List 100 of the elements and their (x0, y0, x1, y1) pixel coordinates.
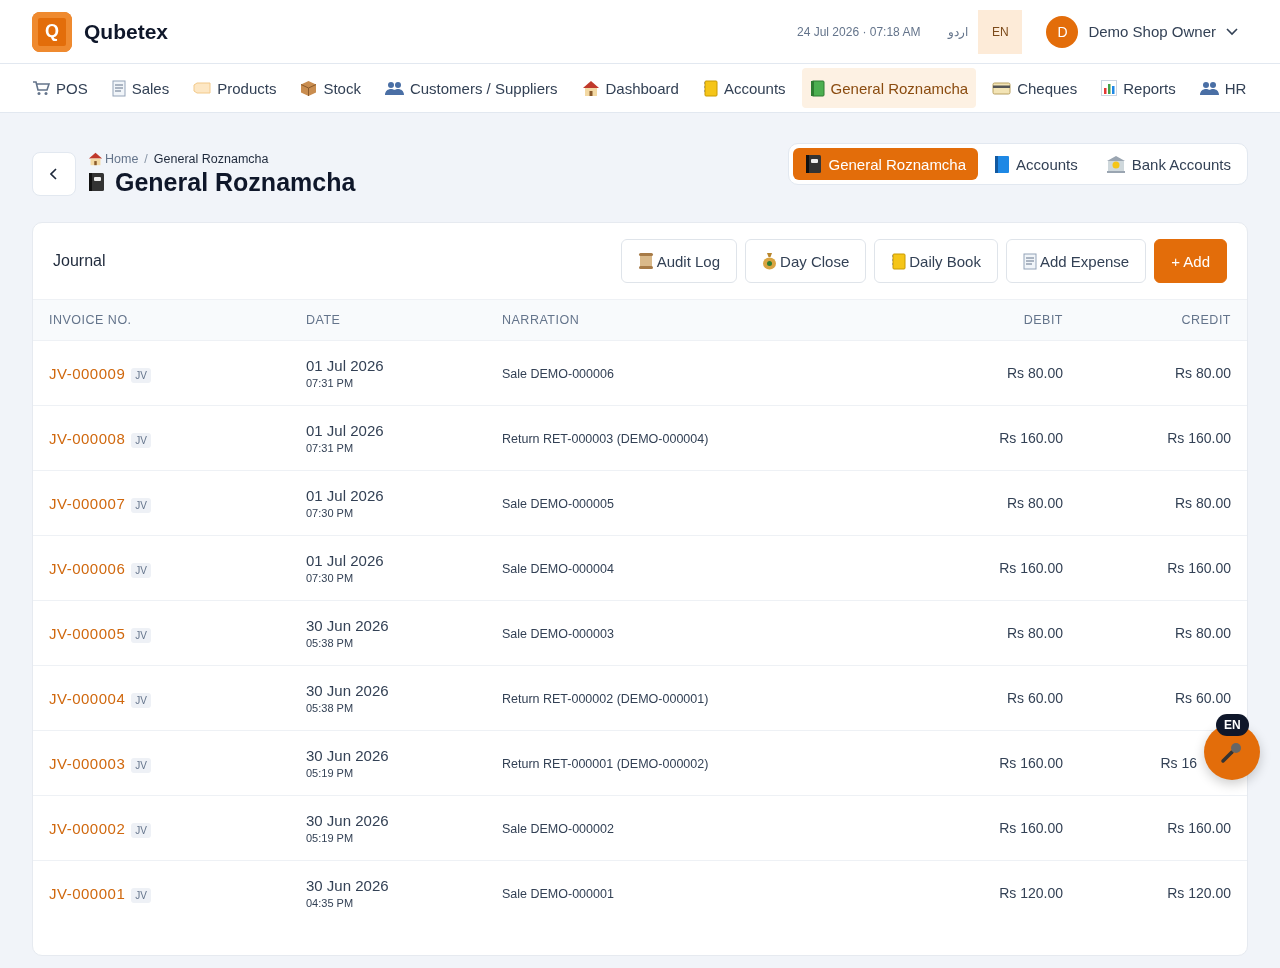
nav-tab[interactable]: Dashboard (573, 68, 687, 108)
invoice-link[interactable]: JV-000009 (49, 364, 126, 382)
time-text: 07:30 PM (306, 572, 355, 584)
time-text: 05:19 PM (306, 767, 355, 779)
invoice-link[interactable]: JV-000006 (49, 559, 126, 577)
invoice-link[interactable]: JV-000003 (49, 754, 126, 772)
card-icon (992, 81, 1012, 95)
page-title: General Roznamcha (115, 167, 356, 197)
date-text: 30 Jun 2026 (306, 812, 390, 829)
type-tag: JV (131, 367, 151, 383)
notebook-icon (891, 252, 907, 270)
date-text: 01 Jul 2026 (306, 357, 385, 374)
narration-text: Sale DEMO-000003 (502, 627, 614, 641)
debit-amount: Rs 160.00 (999, 755, 1063, 771)
nav-tab[interactable]: Products (185, 68, 285, 108)
narration-text: Sale DEMO-000001 (502, 887, 614, 901)
type-tag: JV (131, 627, 151, 643)
narration-text: Sale DEMO-000002 (502, 822, 614, 836)
book-icon (809, 79, 825, 97)
column-header: DATE (290, 300, 486, 341)
type-tag: JV (131, 692, 151, 708)
money-bag-icon (762, 252, 778, 270)
credit-amount: Rs 80.00 (1174, 625, 1231, 641)
time-text: 07:31 PM (306, 442, 355, 454)
receipt-icon (1022, 252, 1037, 270)
credit-amount: Rs 120.00 (1167, 885, 1231, 901)
language-button[interactable]: EN (978, 9, 1023, 54)
column-header: INVOICE NO. (33, 300, 290, 341)
action-button[interactable]: Daily Book (874, 239, 998, 283)
nav-tab[interactable]: Cheques (984, 68, 1086, 108)
date-text: 30 Jun 2026 (306, 617, 390, 634)
chevron-down-icon (1226, 27, 1238, 36)
nav-tab[interactable]: General Roznamcha (801, 68, 977, 108)
credit-amount: Rs 160.00 (1167, 820, 1231, 836)
action-button[interactable]: Day Close (745, 239, 867, 283)
column-header: DEBIT (899, 300, 1079, 341)
invoice-link[interactable]: JV-000005 (49, 624, 126, 642)
receipt-icon (111, 79, 126, 97)
breadcrumb-link[interactable]: Home (88, 151, 139, 166)
credit-amount: Rs 60.00 (1174, 690, 1231, 706)
invoice-link[interactable]: JV-000001 (49, 884, 126, 902)
action-button[interactable]: Audit Log (620, 239, 738, 283)
debit-amount: Rs 160.00 (999, 430, 1063, 446)
time-text: 07:30 PM (306, 507, 355, 519)
view-tab[interactable]: Bank Accounts (1093, 148, 1243, 180)
view-tab[interactable]: Accounts (982, 148, 1090, 180)
narration-text: Sale DEMO-000006 (502, 367, 614, 381)
bar-chart-icon (1101, 80, 1118, 96)
narration-text: Return RET-000001 (DEMO-000002) (502, 757, 709, 771)
nav-tab[interactable]: Reports (1093, 68, 1184, 108)
nav-tab[interactable]: HR (1191, 68, 1255, 108)
nav-tab[interactable]: Accounts (694, 68, 794, 108)
date-time: 24 Jul 2026 · 07:18 AM (797, 24, 921, 39)
chevron-left-icon (50, 168, 58, 180)
type-tag: JV (131, 757, 151, 773)
language-button[interactable]: اردو (938, 9, 979, 54)
nav-tab[interactable]: Stock (292, 68, 369, 108)
cart-icon (32, 80, 50, 96)
time-text: 04:35 PM (306, 897, 355, 909)
debit-amount: Rs 80.00 (1006, 495, 1063, 511)
scroll-icon (637, 252, 654, 270)
debit-amount: Rs 60.00 (1006, 690, 1063, 706)
breadcrumb-separator: / (144, 151, 148, 166)
type-tag: JV (131, 497, 151, 513)
notebook-icon (88, 172, 105, 192)
column-header: CREDIT (1079, 300, 1247, 341)
nav-tab[interactable]: POS (24, 68, 96, 108)
date-text: 01 Jul 2026 (306, 487, 385, 504)
date-text: 30 Jun 2026 (306, 747, 390, 764)
invoice-link[interactable]: JV-000007 (49, 494, 126, 512)
credit-amount: Rs 80.00 (1174, 365, 1231, 381)
time-text: 07:31 PM (306, 377, 355, 389)
tag-icon (193, 82, 212, 94)
credit-amount: Rs 80.00 (1174, 495, 1231, 511)
action-button[interactable]: Add Expense (1005, 239, 1147, 283)
time-text: 05:38 PM (306, 637, 355, 649)
date-text: 01 Jul 2026 (306, 422, 385, 439)
invoice-link[interactable]: JV-000008 (49, 429, 126, 447)
date-text: 01 Jul 2026 (306, 552, 385, 569)
type-tag: JV (131, 887, 151, 903)
invoice-link[interactable]: JV-000002 (49, 819, 126, 837)
nav-tab[interactable]: Customers / Suppliers (376, 68, 566, 108)
type-tag: JV (131, 432, 151, 448)
invoice-link[interactable]: JV-000004 (49, 689, 126, 707)
people-icon (1199, 80, 1219, 96)
user-menu[interactable]: D Demo Shop Owner (1036, 11, 1248, 52)
brand-name: Qubetex (84, 19, 169, 44)
credit-amount: Rs 160.00 (1167, 560, 1231, 576)
microphone-icon (1220, 740, 1244, 764)
date-text: 30 Jun 2026 (306, 682, 390, 699)
nav-tab[interactable]: Sales (103, 68, 178, 108)
narration-text: Sale DEMO-000004 (502, 562, 614, 576)
book-icon (994, 154, 1011, 174)
time-text: 05:19 PM (306, 832, 355, 844)
people-icon (384, 80, 404, 96)
section-title: Journal (53, 252, 107, 270)
app-logo: Q (32, 11, 72, 52)
language-badge: EN (1216, 714, 1249, 736)
column-header: NARRATION (486, 300, 899, 341)
bank-icon (1105, 154, 1126, 174)
